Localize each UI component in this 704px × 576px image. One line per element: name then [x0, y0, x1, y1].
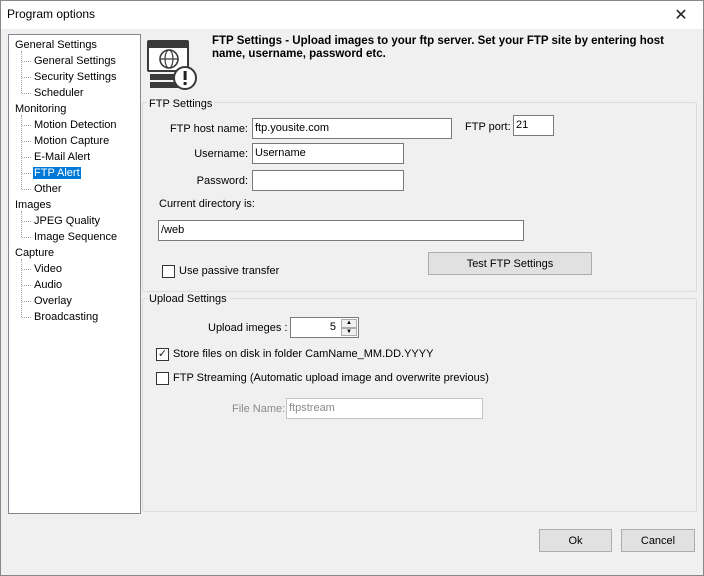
tree-item-label: Other	[34, 183, 62, 195]
test-ftp-settings-button[interactable]: Test FTP Settings	[428, 252, 592, 275]
ftp-settings-group-label: FTP Settings	[147, 98, 215, 110]
tree-guide-line	[22, 189, 31, 190]
tree-item-label: FTP Alert	[33, 167, 81, 179]
tree-item-label: Scheduler	[34, 87, 84, 99]
tree-item-label: Image Sequence	[34, 231, 118, 243]
tree-item-label: General Settings	[34, 55, 116, 67]
tree-guide-line	[22, 237, 31, 238]
spin-up-icon[interactable]: ▲	[341, 319, 357, 328]
tree-guide-line	[21, 211, 22, 237]
password-input[interactable]	[252, 170, 404, 191]
tree-guide-line	[22, 157, 31, 158]
tree-guide-line	[22, 125, 31, 126]
store-files-checkbox[interactable]: ✓	[156, 348, 169, 361]
ftp-host-input[interactable]: ftp.yousite.com	[252, 118, 452, 139]
tree-item-images[interactable]: Images	[14, 197, 52, 213]
options-tree[interactable]: General Settings General Settings Security…	[8, 34, 141, 514]
tree-item-broadcasting[interactable]: Broadcasting	[33, 309, 99, 325]
tree-item-label: E-Mail Alert	[34, 151, 91, 163]
passive-transfer-checkbox[interactable]	[162, 265, 175, 278]
tree-guide-line	[22, 173, 31, 174]
tree-item-label: Motion Detection	[34, 119, 117, 131]
page-description: FTP Settings - Upload images to your ftp…	[212, 35, 664, 60]
tree-guide-line	[22, 317, 31, 318]
tree-item-label: Images	[15, 199, 52, 211]
username-input[interactable]: Username	[252, 143, 404, 164]
tree-item-video[interactable]: Video	[33, 261, 63, 277]
tree-guide-line	[22, 61, 31, 62]
program-options-window: Program options ✕ General Settings Genera…	[0, 0, 704, 576]
tree-guide-line	[22, 77, 31, 78]
cancel-button[interactable]: Cancel	[621, 529, 695, 552]
file-name-input[interactable]: ftpstream	[286, 398, 483, 419]
passive-transfer-label: Use passive transfer	[179, 265, 280, 277]
ftp-server-warning-icon	[147, 37, 201, 93]
tree-item-label: General Settings	[15, 39, 97, 51]
tree-guide-line	[22, 301, 31, 302]
tree-guide-line	[21, 115, 22, 189]
window-title: Program options	[7, 7, 96, 21]
current-directory-label: Current directory is:	[159, 198, 255, 210]
tree-item-image-sequence[interactable]: Image Sequence	[33, 229, 118, 245]
tree-item-general-settings[interactable]: General Settings	[33, 53, 117, 69]
tree-guide-line	[22, 141, 31, 142]
tree-item-label: Broadcasting	[34, 311, 99, 323]
tree-guide-line	[21, 51, 22, 93]
current-directory-input[interactable]: /web	[158, 220, 524, 241]
ok-button[interactable]: Ok	[539, 529, 612, 552]
tree-item-motion-capture[interactable]: Motion Capture	[33, 133, 110, 149]
password-label: Password:	[196, 175, 248, 187]
upload-images-label: Upload imeges :	[208, 322, 288, 334]
checkmark-icon: ✓	[157, 348, 168, 360]
tree-item-label: Audio	[34, 279, 63, 291]
tree-item-motion-detection[interactable]: Motion Detection	[33, 117, 118, 133]
upload-settings-group-label: Upload Settings	[147, 293, 229, 305]
tree-item-overlay[interactable]: Overlay	[33, 293, 73, 309]
tree-item-label: Video	[34, 263, 62, 275]
tree-item-e-mail-alert[interactable]: E-Mail Alert	[33, 149, 91, 165]
tree-guide-line	[22, 269, 31, 270]
tree-guide-line	[21, 259, 22, 317]
tree-item-label: Motion Capture	[34, 135, 110, 147]
ftp-streaming-checkbox[interactable]	[156, 372, 169, 385]
ftp-port-label: FTP port:	[465, 121, 511, 133]
tree-item-label: Security Settings	[34, 71, 117, 83]
tree-item-label: Monitoring	[15, 103, 67, 115]
username-label: Username:	[194, 148, 248, 160]
title-bar: Program options ✕	[1, 1, 703, 29]
tree-item-general-settings[interactable]: General Settings	[14, 37, 98, 53]
spin-down-icon[interactable]: ▼	[341, 327, 357, 336]
upload-images-value: 5	[329, 321, 336, 333]
tree-item-label: Overlay	[34, 295, 72, 307]
tree-guide-line	[22, 221, 31, 222]
upload-images-stepper[interactable]: 5 ▲ ▼	[290, 317, 359, 338]
ftp-host-label: FTP host name:	[169, 123, 248, 135]
file-name-label: File Name:	[232, 403, 286, 415]
store-files-label: Store files on disk in folder CamName_MM…	[173, 348, 434, 360]
tree-guide-line	[22, 285, 31, 286]
tree-item-other[interactable]: Other	[33, 181, 63, 197]
tree-item-security-settings[interactable]: Security Settings	[33, 69, 118, 85]
ftp-port-input[interactable]: 21	[513, 115, 554, 136]
tree-item-label: JPEG Quality	[34, 215, 101, 227]
tree-guide-line	[22, 93, 31, 94]
tree-item-jpeg-quality[interactable]: JPEG Quality	[33, 213, 101, 229]
tree-item-monitoring[interactable]: Monitoring	[14, 101, 67, 117]
close-icon[interactable]: ✕	[659, 1, 703, 29]
tree-item-label: Capture	[15, 247, 55, 259]
tree-item-ftp-alert[interactable]: FTP Alert	[33, 165, 81, 181]
ftp-streaming-label: FTP Streaming (Automatic upload image an…	[173, 372, 489, 384]
tree-item-scheduler[interactable]: Scheduler	[33, 85, 85, 101]
tree-item-audio[interactable]: Audio	[33, 277, 63, 293]
